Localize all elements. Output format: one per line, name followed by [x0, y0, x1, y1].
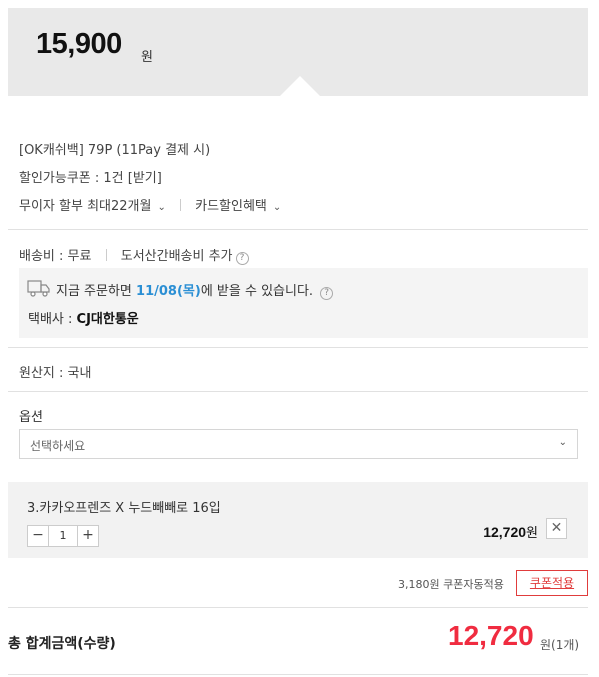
option-placeholder: 선택하세요 — [30, 439, 86, 453]
quantity-stepper: − 1 + — [27, 525, 99, 547]
option-label: 옵션 — [19, 410, 43, 425]
delivery-eta: 지금 주문하면 11/08(목)에 받을 수 있습니다. ? — [56, 280, 334, 300]
option-select[interactable]: 선택하세요 ⌄ — [19, 429, 578, 459]
delivery-info-box: 지금 주문하면 11/08(목)에 받을 수 있습니다. ? 택배사 : CJ대… — [19, 268, 588, 338]
total-label: 총 합계금액(수량) — [8, 636, 116, 652]
divider — [8, 674, 588, 675]
courier-name: CJ대한통운 — [76, 312, 139, 327]
divider — [8, 229, 588, 230]
item-name: 3.카카오프렌즈 X 누드빼빼로 16입 — [27, 501, 221, 516]
remove-item-button[interactable]: ✕ — [546, 518, 567, 539]
divider — [105, 249, 107, 261]
divider — [8, 391, 588, 392]
help-icon[interactable]: ? — [235, 252, 249, 265]
eta-suffix: 에 받을 수 있습니다. — [200, 284, 314, 299]
quantity-input[interactable]: 1 — [48, 526, 78, 546]
decrease-button[interactable]: − — [28, 526, 48, 546]
item-price-amount: 12,720 — [483, 524, 527, 540]
price-amount: 15,900 — [36, 28, 122, 60]
truck-icon — [27, 280, 50, 297]
installment-toggle[interactable]: 무이자 할부 최대22개월 ⌄ — [19, 199, 166, 214]
chevron-down-icon: ⌄ — [157, 202, 166, 213]
shipping-fee: 배송비 : 무료 — [19, 249, 92, 264]
shipping-fee-row: 배송비 : 무료 도서산간배송비 추가? — [19, 245, 249, 265]
eta-date: 11/08(목) — [136, 284, 201, 299]
benefit-links: 무이자 할부 최대22개월 ⌄ 카드할인혜택 ⌄ — [19, 195, 281, 214]
remote-area-fee: 도서산간배송비 추가 — [120, 249, 233, 264]
courier-info: 택배사 : CJ대한통운 — [28, 308, 139, 327]
total-unit: 원(1개) — [540, 638, 580, 652]
chevron-down-icon: ⌄ — [558, 437, 567, 448]
courier-label: 택배사 : — [28, 312, 73, 327]
increase-button[interactable]: + — [78, 526, 98, 546]
installment-label: 무이자 할부 최대22개월 — [19, 199, 152, 214]
card-benefit-toggle[interactable]: 카드할인혜택 ⌄ — [195, 199, 281, 214]
eta-prefix: 지금 주문하면 — [56, 284, 132, 299]
help-icon[interactable]: ? — [320, 287, 334, 300]
divider — [8, 607, 588, 608]
card-benefit-label: 카드할인혜택 — [195, 199, 267, 214]
chevron-down-icon: ⌄ — [272, 202, 282, 213]
divider — [8, 347, 588, 348]
coupon-auto-note: 3,180원 쿠폰자동적용 — [398, 578, 504, 591]
coupon-info[interactable]: 할인가능쿠폰 : 1건 [받기] — [19, 167, 162, 186]
origin-info: 원산지 : 국내 — [19, 366, 92, 381]
selected-item: 3.카카오프렌즈 X 누드빼빼로 16입 − 1 + 12,720원 ✕ — [8, 482, 588, 558]
total-amount: 12,720 — [448, 620, 534, 651]
item-price-unit: 원 — [526, 526, 538, 541]
okcashbag-info: [OK캐쉬백] 79P (11Pay 결제 시) — [19, 143, 211, 158]
price-box-notch — [280, 76, 320, 96]
apply-coupon-button[interactable]: 쿠폰적용 — [516, 570, 588, 596]
divider — [179, 199, 181, 211]
price-unit: 원 — [141, 50, 153, 65]
item-price: 12,720원 — [483, 522, 538, 541]
